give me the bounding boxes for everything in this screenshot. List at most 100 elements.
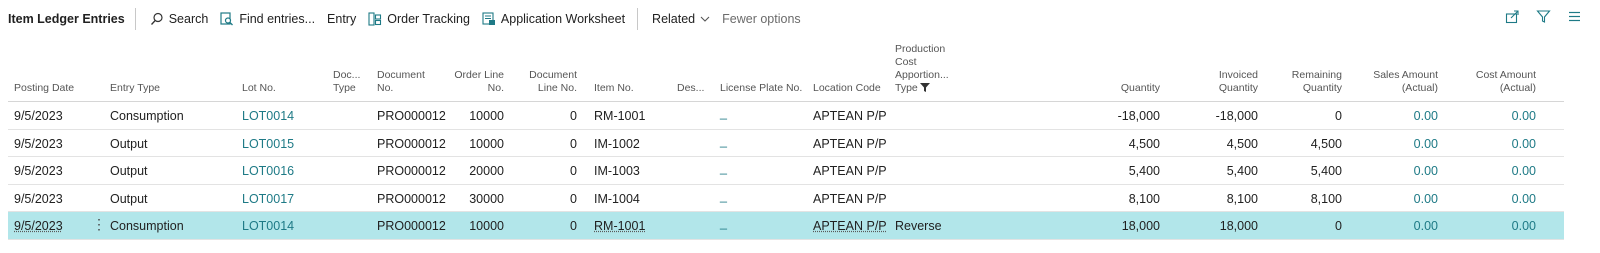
cell-entry-type: Output — [110, 164, 148, 178]
chevron-down-icon — [700, 16, 710, 22]
application-worksheet-button[interactable]: Application Worksheet — [476, 5, 631, 33]
cell-entry-type: Output — [110, 136, 148, 151]
cell-remaining-quantity: 0 — [1335, 219, 1342, 233]
col-order-line-no-line1: Order Line — [454, 69, 504, 81]
toolbar-right-icons — [1505, 9, 1582, 24]
find-entries-label: Find entries... — [239, 12, 316, 26]
cell-license-plate-link[interactable]: _ — [720, 216, 727, 230]
col-remaining-quantity[interactable]: Remaining Quantity — [1292, 69, 1342, 95]
cell-sales-amount-link[interactable]: 0.00 — [1414, 192, 1438, 206]
cell-item-no: IM-1002 — [594, 136, 640, 151]
cell-posting-date[interactable]: 9/5/2023 — [14, 192, 63, 206]
col-document-type-line2: Type — [333, 82, 356, 94]
cell-lot-no-link[interactable]: LOT0016 — [242, 164, 294, 178]
col-invoiced-quantity-line1: Invoiced — [1218, 69, 1258, 81]
col-prod-cost-line1: Production — [895, 43, 946, 55]
cell-entry-type: Consumption — [110, 219, 184, 233]
filter-pane-icon[interactable] — [1536, 9, 1551, 24]
cell-lot-no-link[interactable]: LOT0017 — [242, 192, 294, 206]
col-document-line-no-line1: Document — [529, 69, 577, 81]
fewer-options-button[interactable]: Fewer options — [716, 5, 807, 33]
cell-posting-date[interactable]: 9/5/2023 — [14, 109, 63, 123]
list-view-icon[interactable] — [1567, 9, 1582, 24]
col-location-code[interactable]: Location Code — [813, 82, 881, 95]
table-header: Posting Date Entry Type Lot No. Doc... T… — [8, 38, 1564, 102]
related-label: Related — [652, 12, 696, 26]
cell-document-no: PRO000012 — [377, 191, 446, 206]
item-ledger-table: Posting Date Entry Type Lot No. Doc... T… — [8, 38, 1564, 240]
cell-sales-amount-link[interactable]: 0.00 — [1414, 109, 1438, 123]
cell-sales-amount-link[interactable]: 0.00 — [1414, 219, 1438, 233]
col-remaining-quantity-line2: Quantity — [1302, 82, 1342, 94]
col-sales-amount[interactable]: Sales Amount (Actual) — [1373, 69, 1438, 95]
toolbar-divider-2 — [637, 8, 639, 30]
col-document-line-no[interactable]: Document Line No. — [529, 69, 577, 95]
col-entry-type[interactable]: Entry Type — [110, 82, 160, 95]
cell-item-no: IM-1004 — [594, 191, 640, 206]
cell-cost-amount-link[interactable]: 0.00 — [1512, 109, 1536, 123]
cell-document-no: PRO000012 — [377, 164, 446, 178]
cell-cost-amount-link[interactable]: 0.00 — [1512, 219, 1536, 233]
table-row[interactable]: 9/5/2023 Output LOT0016 PRO000012 20000 … — [8, 157, 1564, 185]
related-menu-button[interactable]: Related — [646, 5, 716, 33]
cell-location-code[interactable]: APTEAN P/P — [813, 219, 887, 233]
page-title: Item Ledger Entries — [8, 12, 125, 26]
cell-item-no[interactable]: RM-1001 — [594, 219, 645, 233]
table-row[interactable]: 9/5/2023 Consumption LOT0014 PRO000012 1… — [8, 102, 1564, 130]
search-label: Search — [168, 12, 209, 26]
cell-quantity: 18,000 — [1121, 219, 1160, 233]
cell-cost-amount-link[interactable]: 0.00 — [1512, 137, 1536, 151]
col-sales-amount-line2: (Actual) — [1401, 82, 1438, 94]
col-document-line-no-line2: Line No. — [537, 82, 577, 94]
col-cost-amount[interactable]: Cost Amount (Actual) — [1476, 69, 1536, 95]
col-prod-cost-line3: Apportion... — [895, 69, 949, 81]
find-entries-button[interactable]: Find entries... — [214, 5, 321, 33]
cell-invoiced-quantity: 8,100 — [1226, 191, 1258, 206]
cell-sales-amount-link[interactable]: 0.00 — [1414, 137, 1438, 151]
cell-license-plate-link[interactable]: _ — [720, 161, 727, 175]
share-icon[interactable] — [1505, 9, 1520, 24]
cell-license-plate-link[interactable]: _ — [720, 134, 727, 148]
cell-lot-no-link[interactable]: LOT0014 — [242, 219, 294, 233]
search-button[interactable]: Search — [144, 5, 215, 33]
cell-posting-date[interactable]: 9/5/2023 — [14, 137, 63, 151]
entry-label: Entry — [327, 12, 357, 26]
table-row[interactable]: 9/5/2023 Output LOT0017 PRO000012 30000 … — [8, 185, 1564, 212]
row-actions-menu-icon[interactable]: ⋮ — [92, 217, 106, 231]
col-lot-no[interactable]: Lot No. — [242, 82, 276, 95]
cell-location-code: APTEAN P/P — [813, 136, 887, 151]
col-document-no[interactable]: Document No. — [377, 69, 425, 95]
worksheet-icon — [482, 12, 495, 25]
table-row[interactable]: 9/5/2023 Output LOT0015 PRO000012 10000 … — [8, 130, 1564, 157]
col-document-type-line1: Doc... — [333, 69, 361, 81]
action-bar: Item Ledger Entries Search Find entries.… — [0, 0, 1600, 38]
cell-lot-no-link[interactable]: LOT0014 — [242, 109, 294, 123]
col-production-cost-apportion-type[interactable]: Production Cost Apportion... Type — [895, 43, 949, 95]
cell-document-no: PRO000012 — [377, 109, 446, 123]
col-prod-cost-line4-wrap: Type — [895, 82, 949, 95]
col-document-type[interactable]: Doc... Type — [333, 69, 360, 95]
column-filter-icon[interactable] — [919, 83, 930, 92]
col-item-no[interactable]: Item No. — [594, 82, 634, 95]
cell-cost-amount-link[interactable]: 0.00 — [1512, 192, 1536, 206]
col-order-line-no[interactable]: Order Line No. — [454, 69, 504, 95]
application-worksheet-label: Application Worksheet — [500, 12, 626, 26]
order-tracking-button[interactable]: Order Tracking — [362, 5, 476, 33]
col-posting-date[interactable]: Posting Date — [14, 82, 74, 95]
col-quantity[interactable]: Quantity — [1121, 82, 1160, 95]
cell-sales-amount-link[interactable]: 0.00 — [1414, 164, 1438, 178]
col-license-plate-no[interactable]: License Plate No. — [720, 82, 802, 95]
entry-menu-button[interactable]: Entry — [321, 5, 362, 33]
cell-lot-no-link[interactable]: LOT0015 — [242, 137, 294, 151]
cell-document-no: PRO000012 — [377, 219, 446, 233]
cell-posting-date[interactable]: 9/5/2023 — [14, 219, 63, 233]
cell-license-plate-link[interactable]: _ — [720, 106, 727, 120]
cell-item-no: IM-1003 — [594, 164, 640, 178]
cell-cost-amount-link[interactable]: 0.00 — [1512, 164, 1536, 178]
col-description[interactable]: Des... — [677, 82, 704, 95]
table-row-selected[interactable]: 9/5/2023 ⋮ Consumption LOT0014 PRO000012… — [8, 212, 1564, 240]
cell-posting-date[interactable]: 9/5/2023 — [14, 164, 63, 178]
cell-remaining-quantity: 4,500 — [1310, 136, 1342, 151]
col-invoiced-quantity[interactable]: Invoiced Quantity — [1219, 69, 1258, 95]
cell-license-plate-link[interactable]: _ — [720, 189, 727, 203]
